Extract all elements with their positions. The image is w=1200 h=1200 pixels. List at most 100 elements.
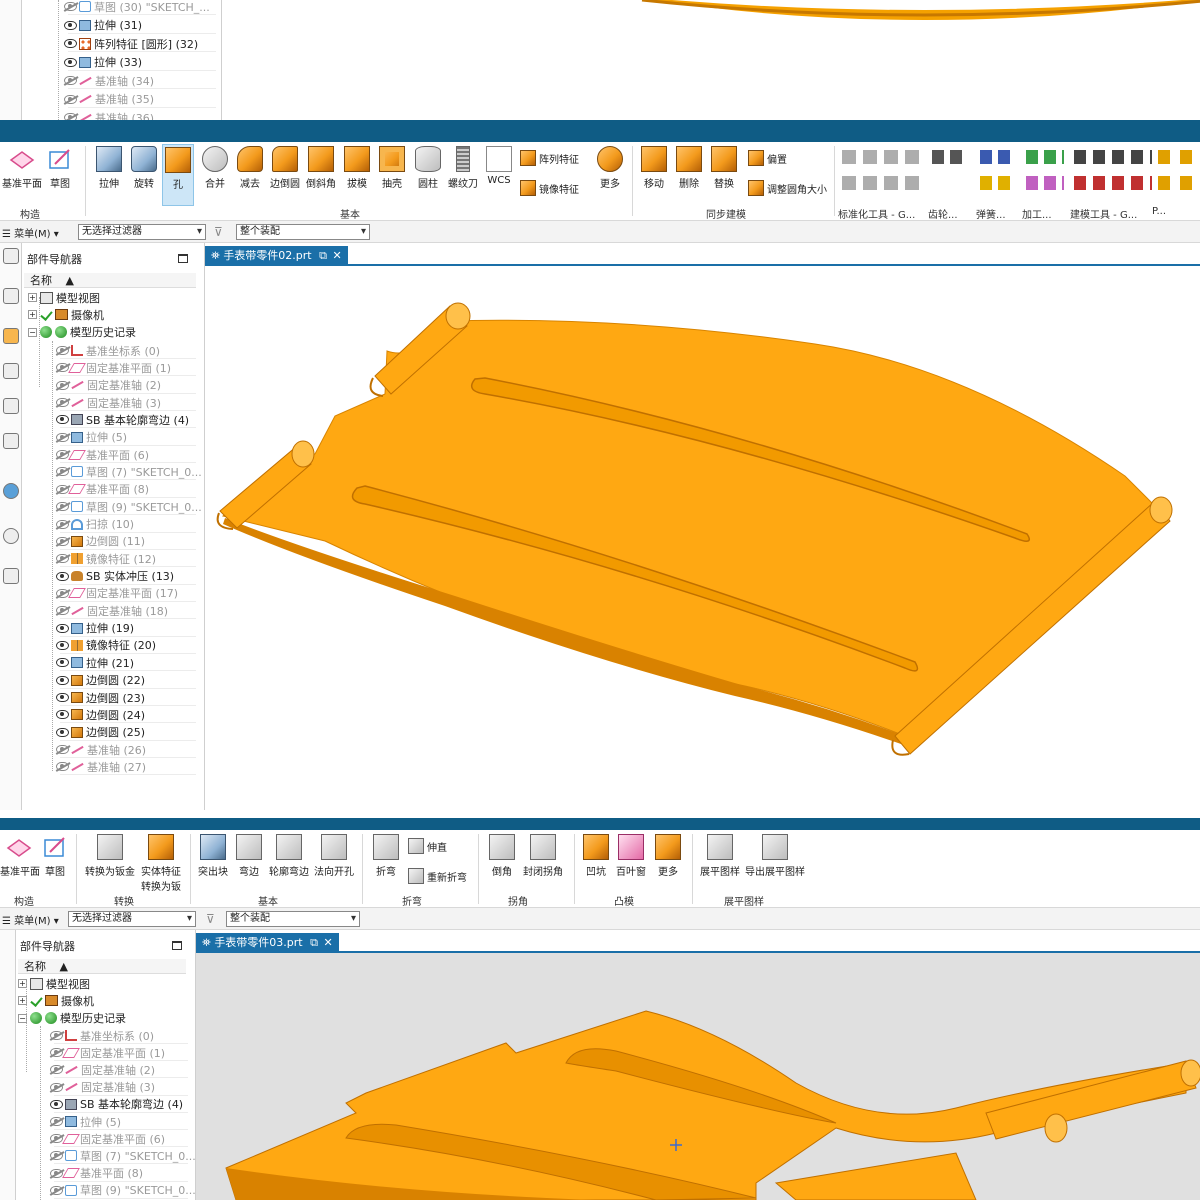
gear-icons[interactable] — [932, 150, 968, 196]
tree-node[interactable]: 拉伸 (33) — [64, 54, 142, 71]
sketch-button[interactable]: 草图 — [44, 146, 76, 190]
spring-icons[interactable] — [980, 150, 1016, 196]
group-fold-label[interactable]: 折弯 — [402, 893, 422, 908]
tree-node[interactable]: 基准轴 (27) — [56, 758, 146, 775]
tree-node[interactable]: 扫掠 (10) — [56, 516, 134, 533]
section2-graphics-window[interactable] — [205, 266, 1200, 810]
tree-node[interactable]: 草图 (7) "SKETCH_0... — [50, 1147, 196, 1164]
hidden-eye-icon[interactable] — [50, 1117, 63, 1126]
thread-button[interactable]: 螺纹刀 — [446, 146, 480, 190]
more-button[interactable]: 更多 — [594, 146, 626, 190]
assembly-navigator-icon[interactable] — [3, 288, 19, 304]
tree-root-node[interactable]: + 模型视图 — [18, 975, 90, 992]
visible-eye-icon[interactable] — [64, 20, 77, 30]
bend-button[interactable]: 折弯 — [370, 834, 402, 878]
tree-node[interactable]: 边倒圆 (23) — [56, 689, 145, 706]
visible-eye-icon[interactable] — [56, 710, 69, 720]
hidden-eye-icon[interactable] — [56, 484, 69, 494]
visible-eye-icon[interactable] — [56, 640, 69, 650]
tree-node[interactable]: 边倒圆 (22) — [56, 672, 145, 689]
close-icon[interactable]: ✕ — [323, 936, 332, 949]
export-flat-button[interactable]: 导出展平图样 — [744, 834, 806, 878]
expand-icon[interactable]: + — [28, 293, 37, 302]
sketch-button[interactable]: 草图 — [40, 834, 70, 878]
tree-node[interactable]: 固定基准轴 (2) — [50, 1061, 155, 1078]
hidden-eye-icon[interactable] — [50, 1151, 63, 1161]
more-button[interactable]: 更多 — [652, 834, 684, 878]
hidden-eye-icon[interactable] — [50, 1168, 63, 1178]
extrude-button[interactable]: 拉伸 — [92, 146, 126, 190]
expand-icon[interactable]: + — [28, 310, 37, 320]
tree-node[interactable]: 基准轴 (34) — [64, 72, 154, 89]
tree-node[interactable]: 草图 (30) "SKETCH_... — [64, 0, 210, 15]
section3-graphics-window[interactable] — [196, 953, 1200, 1200]
tree-node[interactable]: 基准平面 (8) — [56, 481, 149, 498]
contour-flange-button[interactable]: 轮廓弯边 — [266, 834, 312, 878]
hidden-eye-icon[interactable] — [56, 467, 69, 477]
tree-node[interactable]: 基准平面 (6) — [56, 446, 149, 463]
section1-model-view[interactable] — [222, 0, 1200, 120]
tree-node[interactable]: 固定基准轴 (2) — [56, 377, 161, 394]
edge-blend-button[interactable]: 边倒圆 — [268, 146, 302, 190]
group-spring-label[interactable]: 弹簧... — [976, 206, 1006, 221]
tree-node[interactable]: SB 基本轮廓弯边 (4) — [56, 411, 189, 428]
group-punch-label[interactable]: 凸模 — [614, 893, 634, 908]
hidden-eye-icon[interactable] — [50, 1082, 63, 1092]
tree-node[interactable]: 固定基准轴 (3) — [56, 394, 161, 411]
tree-node[interactable]: 基准轴 (35) — [64, 91, 154, 108]
group-machining-label[interactable]: 加工... — [1022, 206, 1052, 221]
document-tab[interactable]: ⛯ 手表带零件02.prt ⧉ ✕ — [205, 246, 348, 265]
rebend-button[interactable]: 重新折弯 — [408, 868, 467, 884]
louver-button[interactable]: 百叶窗 — [614, 834, 648, 878]
tree-node[interactable]: 草图 (7) "SKETCH_0... — [56, 463, 202, 480]
flat-pattern-button[interactable]: 展平图样 — [698, 834, 742, 878]
extra-icons[interactable] — [1158, 150, 1198, 196]
tree-node[interactable]: SB 实体冲压 (13) — [56, 568, 174, 585]
tree-node[interactable]: SB 基本轮廓弯边 (4) — [50, 1096, 183, 1113]
roles-icon[interactable] — [3, 433, 19, 449]
filter-icon[interactable]: ⊽ — [214, 225, 228, 239]
check-icon[interactable] — [30, 995, 42, 1007]
tree-root-node[interactable]: − 模型历史记录 — [28, 324, 136, 341]
tree-node[interactable]: 拉伸 (19) — [56, 620, 134, 637]
tree-node[interactable]: 拉伸 (5) — [56, 429, 127, 446]
close-icon[interactable]: ✕ — [332, 249, 341, 262]
collapse-icon[interactable]: − — [28, 327, 37, 337]
visible-eye-icon[interactable] — [64, 39, 77, 48]
hidden-eye-icon[interactable] — [56, 346, 69, 355]
menu-button[interactable]: ☰ 菜单(M) ▾ — [2, 912, 59, 927]
machining-icons[interactable] — [1026, 150, 1064, 196]
web-browser-icon[interactable] — [3, 483, 19, 499]
unite-button[interactable]: 合并 — [198, 146, 232, 190]
view-icon[interactable] — [3, 398, 19, 414]
offset-button[interactable]: 偏置 — [748, 150, 787, 166]
hidden-eye-icon[interactable] — [56, 762, 69, 772]
tree-node[interactable]: 镜像特征 (12) — [56, 550, 156, 567]
tree-node[interactable]: 拉伸 (21) — [56, 654, 134, 671]
hidden-eye-icon[interactable] — [56, 502, 69, 512]
assembly-scope-combo[interactable]: 整个装配 — [226, 911, 360, 927]
tree-node[interactable]: 边倒圆 (24) — [56, 706, 145, 723]
modeling-tools-icons[interactable] — [1074, 150, 1152, 196]
visible-eye-icon[interactable] — [56, 693, 69, 702]
popout-icon[interactable]: ⧉ — [310, 936, 318, 949]
hidden-eye-icon[interactable] — [56, 745, 69, 755]
hidden-eye-icon[interactable] — [50, 1134, 63, 1144]
tree-node[interactable]: 拉伸 (5) — [50, 1113, 121, 1130]
tree-node[interactable]: 基准平面 (8) — [50, 1165, 143, 1182]
visible-eye-icon[interactable] — [50, 1099, 63, 1109]
history-icon[interactable] — [3, 528, 19, 544]
part-navigator-icon[interactable] — [3, 328, 19, 344]
mirror-feature-button[interactable]: 镜像特征 — [520, 180, 579, 196]
hidden-eye-icon[interactable] — [50, 1065, 63, 1075]
visible-eye-icon[interactable] — [56, 727, 69, 737]
hidden-eye-icon[interactable] — [56, 398, 69, 408]
tree-node[interactable]: 固定基准平面 (1) — [56, 359, 171, 376]
document-tab[interactable]: ⛯ 手表带零件03.prt ⧉ ✕ — [196, 933, 339, 952]
group-corner-label[interactable]: 拐角 — [508, 893, 528, 908]
shell-button[interactable]: 抽壳 — [375, 146, 409, 190]
replace-button[interactable]: 替换 — [708, 146, 740, 190]
hidden-eye-icon[interactable] — [64, 2, 77, 11]
hidden-eye-icon[interactable] — [56, 380, 69, 390]
visible-eye-icon[interactable] — [56, 571, 69, 581]
